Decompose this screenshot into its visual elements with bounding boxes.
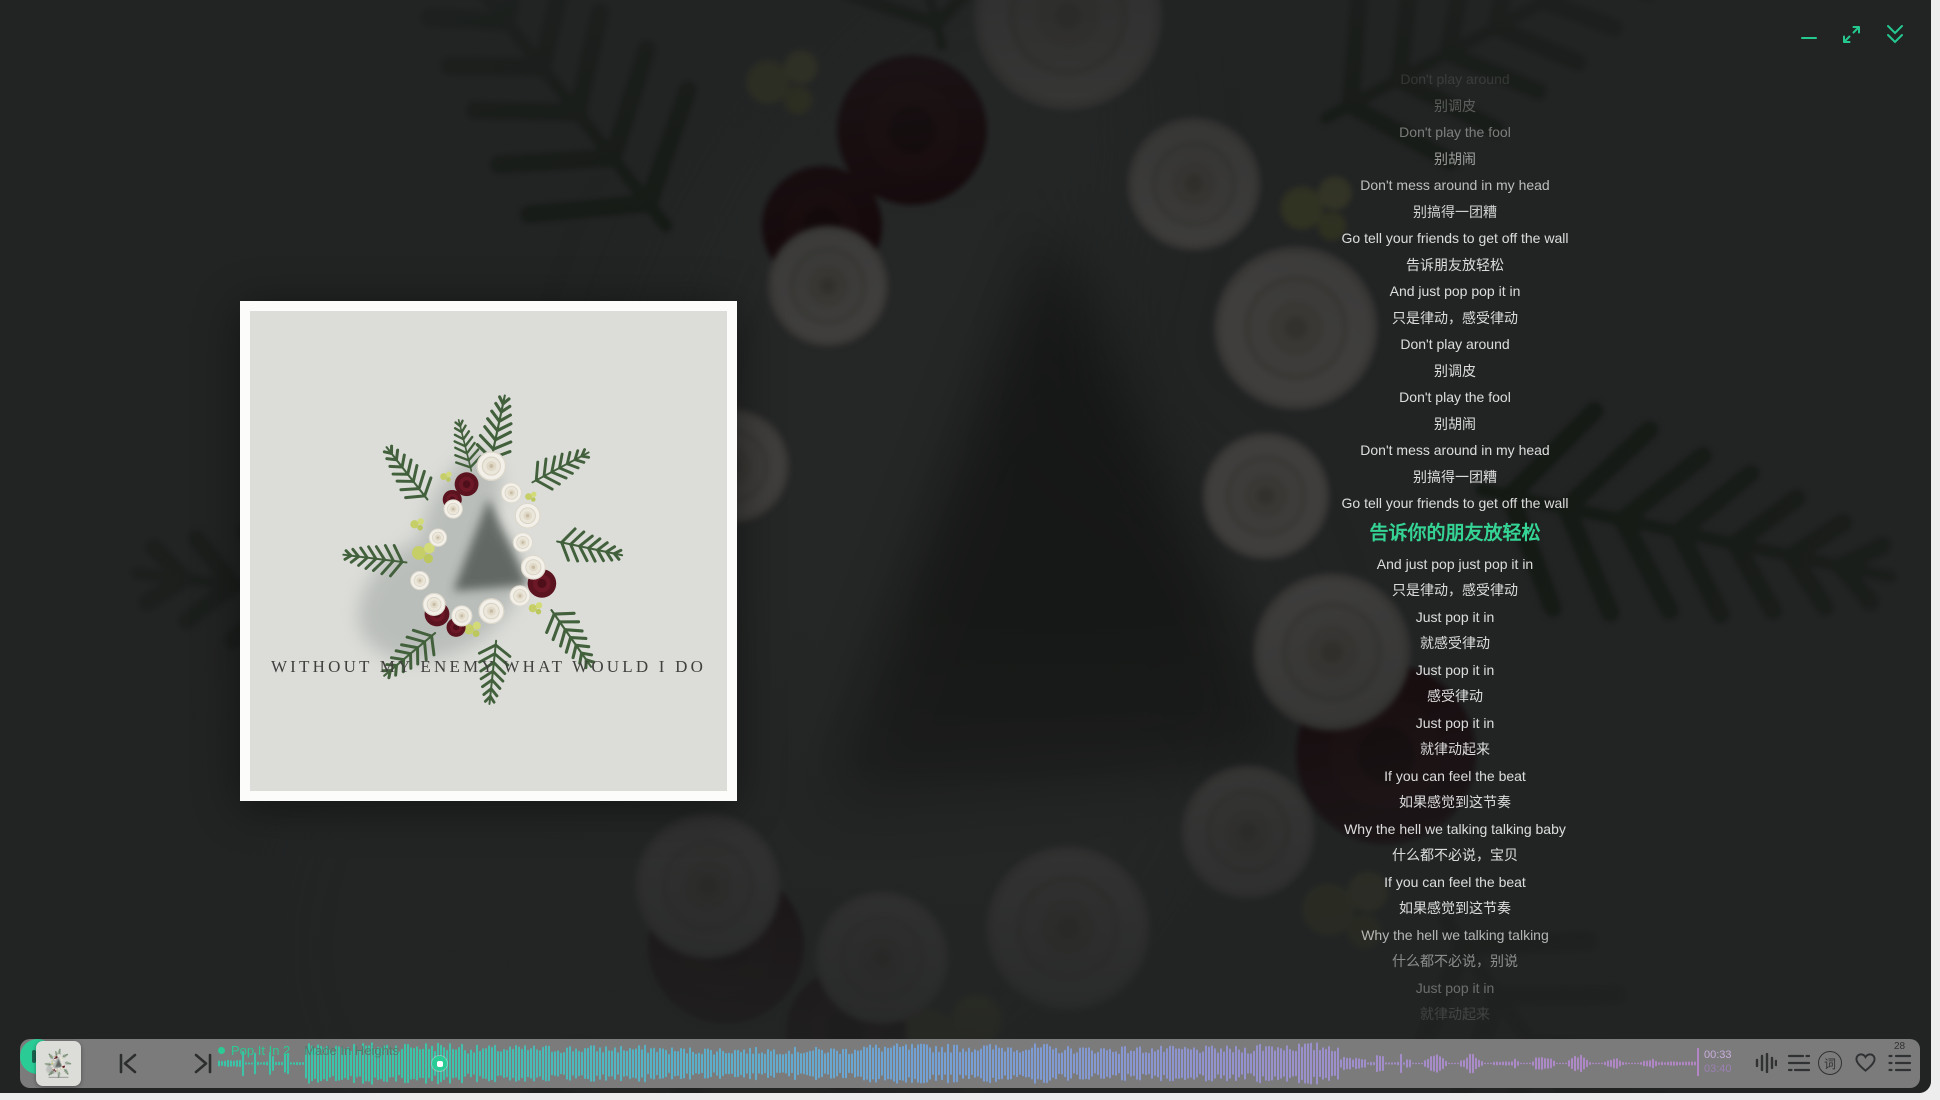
total-duration: 03:40 <box>1704 1062 1732 1076</box>
double-chevron-down-icon[interactable] <box>1885 24 1905 45</box>
lyric-line[interactable]: Just pop it in <box>1155 710 1755 737</box>
lyric-line-active[interactable]: 告诉你的朋友放轻松 <box>1155 517 1755 551</box>
waveform-seekbar[interactable] <box>218 1040 1697 1087</box>
playlist-count-badge: 28 <box>1894 1041 1905 1052</box>
album-caption-text: WITHOUT MY ENEMY WHAT WOULD I DO <box>250 657 727 677</box>
lyric-line[interactable]: 别调皮 <box>1155 358 1755 385</box>
heart-icon <box>1854 1052 1877 1073</box>
previous-track-button[interactable] <box>118 1053 139 1079</box>
previous-icon <box>118 1053 139 1074</box>
lyric-line[interactable]: 就律动起来 <box>1155 736 1755 763</box>
lyric-line[interactable]: 只是律动，感受律动 <box>1155 577 1755 604</box>
lyric-line[interactable]: 什么都不必说，宝贝 <box>1155 842 1755 869</box>
window-controls <box>1800 24 1905 45</box>
next-track-button[interactable] <box>192 1053 213 1079</box>
album-wreath-image <box>250 311 727 791</box>
lyric-line[interactable]: Why the hell we talking talking baby <box>1155 816 1755 843</box>
lyric-line[interactable]: And just pop pop it in <box>1155 278 1755 305</box>
time-display: 00:33 03:40 <box>1697 1048 1732 1076</box>
lyric-line[interactable]: Just pop it in <box>1155 604 1755 631</box>
lyric-line[interactable]: 如果感觉到这节奏 <box>1155 789 1755 816</box>
lyric-line[interactable]: 就感受律动 <box>1155 630 1755 657</box>
lyric-line[interactable]: 别搞得一团糟 <box>1155 199 1755 226</box>
lyrics-toggle-button[interactable]: 词 <box>1818 1051 1842 1075</box>
next-icon <box>192 1053 213 1074</box>
track-thumbnail-art <box>36 1041 81 1086</box>
now-playing-dot <box>218 1047 225 1054</box>
pause-bar <box>32 1050 36 1063</box>
lyric-line[interactable]: Don't play the fool <box>1155 119 1755 146</box>
lyrics-toggle-char: 词 <box>1824 1055 1836 1072</box>
elapsed-time: 00:33 <box>1704 1048 1732 1062</box>
lyric-line[interactable]: And just pop just pop it in <box>1155 551 1755 578</box>
lyric-line[interactable]: 别搞得一团糟 <box>1155 464 1755 491</box>
player-bar: Pop It In 2 Made In Heights 00:33 03:40 <box>20 1039 1920 1088</box>
playlist-icon <box>1888 1054 1912 1072</box>
playhead-handle[interactable] <box>432 1056 447 1071</box>
lyric-line[interactable]: Don't play around <box>1155 331 1755 358</box>
lyric-line[interactable]: 别调皮 <box>1155 93 1755 120</box>
lyric-line[interactable]: If you can feel the beat <box>1155 869 1755 896</box>
lyric-line[interactable]: If you can feel the beat <box>1155 763 1755 790</box>
lyric-line[interactable]: 如果感觉到这节奏 <box>1155 895 1755 922</box>
lyric-line[interactable]: 什么都不必说，别说 <box>1155 948 1755 975</box>
lyric-line[interactable]: 只是律动，感受律动 <box>1155 305 1755 332</box>
expand-icon[interactable] <box>1842 25 1861 44</box>
now-playing-info: Pop It In 2 Made In Heights <box>218 1043 399 1058</box>
track-title: Pop It In 2 <box>231 1043 290 1058</box>
album-cover: WITHOUT MY ENEMY WHAT WOULD I DO <box>240 301 737 801</box>
visualizer-mode-button[interactable] <box>1755 1053 1777 1073</box>
lyric-line[interactable]: Why the hell we talking talking <box>1155 922 1755 949</box>
lyric-line[interactable]: Go tell your friends to get off the wall <box>1155 225 1755 252</box>
lyric-line[interactable]: 别胡闹 <box>1155 146 1755 173</box>
track-thumbnail[interactable] <box>36 1041 81 1086</box>
lyric-line[interactable]: Don't mess around in my head <box>1155 437 1755 464</box>
track-artist: Made In Heights <box>304 1043 399 1058</box>
lyric-line[interactable]: 就律动起来 <box>1155 1001 1755 1028</box>
lyric-line[interactable]: 告诉朋友放轻松 <box>1155 252 1755 279</box>
lyric-line[interactable]: Just pop it in <box>1155 975 1755 1002</box>
lyric-line[interactable]: Don't mess around in my head <box>1155 172 1755 199</box>
minimize-icon[interactable] <box>1800 26 1818 44</box>
visualizer-icon <box>1755 1053 1777 1073</box>
lyric-line[interactable]: Don't play the fool <box>1155 384 1755 411</box>
play-order-icon <box>1787 1054 1811 1072</box>
lyric-line[interactable]: 感受律动 <box>1155 683 1755 710</box>
lyric-line[interactable]: Just pop it in <box>1155 657 1755 684</box>
album-art: WITHOUT MY ENEMY WHAT WOULD I DO <box>250 311 727 791</box>
playhead-mark <box>437 1061 443 1067</box>
playlist-button[interactable] <box>1888 1054 1912 1072</box>
favorite-button[interactable] <box>1854 1052 1877 1073</box>
lyric-line[interactable]: Go tell your friends to get off the wall <box>1155 490 1755 517</box>
play-order-button[interactable] <box>1787 1054 1811 1072</box>
lyrics-panel: Don't play around别调皮Don't play the fool别… <box>1155 66 1755 1028</box>
lyric-line[interactable]: 别胡闹 <box>1155 411 1755 438</box>
lyric-line[interactable]: Don't play around <box>1155 66 1755 93</box>
player-fullscreen-window: WITHOUT MY ENEMY WHAT WOULD I DO Don't p… <box>0 0 1931 1093</box>
